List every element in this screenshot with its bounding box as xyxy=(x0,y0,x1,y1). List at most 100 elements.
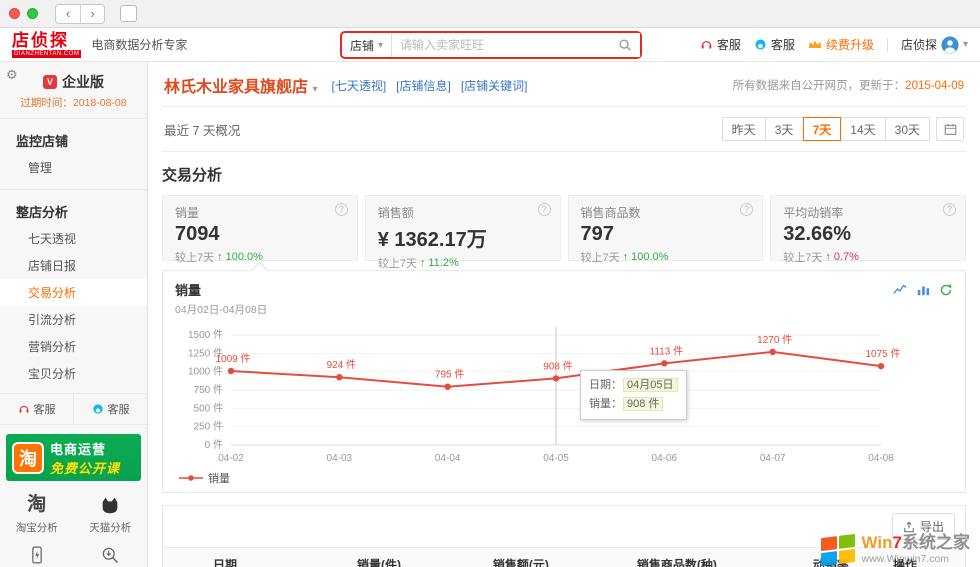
range-30day[interactable]: 30天 xyxy=(886,117,930,141)
col-amount: 销售额(元) xyxy=(483,548,627,567)
legend-label: 销量 xyxy=(208,470,230,486)
renew-upgrade-link[interactable]: 续费升级 xyxy=(808,36,874,53)
range-3day[interactable]: 3天 xyxy=(766,117,804,141)
sales-chart-panel: 销量 04月02日-04月08日 0 件250 件500 件750 件1000 … xyxy=(162,270,966,493)
help-icon[interactable]: ? xyxy=(943,203,956,216)
expiry-label: 过期时间：2018-08-08 xyxy=(0,95,147,110)
range-14day[interactable]: 14天 xyxy=(841,117,885,141)
svg-text:1009 件: 1009 件 xyxy=(215,353,250,365)
chart-date-range: 04月02日-04月08日 xyxy=(175,302,953,317)
stat-card-product-count[interactable]: 销售商品数 ? 797 较上7天 ↑ 100.0% xyxy=(568,195,764,261)
col-sales: 销量(件) xyxy=(347,548,483,567)
svg-text:908 件: 908 件 xyxy=(543,360,572,372)
windows-flag-icon xyxy=(821,534,855,566)
refresh-icon[interactable] xyxy=(939,283,953,297)
svg-text:750 件: 750 件 xyxy=(194,384,223,396)
shop-name-dropdown[interactable]: 林氏木业家具旗舰店 ▾ xyxy=(164,73,318,97)
window-maximize-button[interactable] xyxy=(27,8,38,19)
tool-label: 淘宝分析 xyxy=(16,520,58,535)
stat-value: 32.66% xyxy=(783,223,953,246)
chevron-down-icon: ▾ xyxy=(378,40,383,51)
gear-icon[interactable]: ⚙ xyxy=(6,67,18,83)
account-label: 店侦探 xyxy=(901,36,937,53)
sidebar-item-monitor-shops[interactable]: 监控店铺 xyxy=(0,127,147,154)
link-shop-keywords[interactable]: [店铺关键词] xyxy=(461,77,528,94)
bar-chart-icon[interactable] xyxy=(916,283,930,297)
tooltip-date: 04月05日 xyxy=(623,378,677,392)
search-category-dropdown[interactable]: 店铺 ▾ xyxy=(342,33,392,57)
ad-line2: 免费公开课 xyxy=(50,458,120,477)
search-box: 店铺 ▾ xyxy=(340,31,642,59)
taobao-course-ad[interactable]: 淘 电商运营 免费公开课 xyxy=(6,434,141,481)
tool-taobao-analysis[interactable]: 淘 淘宝分析 xyxy=(0,493,74,535)
search-button[interactable] xyxy=(610,33,640,57)
forward-button[interactable]: › xyxy=(80,5,104,23)
divider xyxy=(887,38,888,52)
customer-service-link-1[interactable]: 客服 xyxy=(700,36,741,53)
svg-text:04-08: 04-08 xyxy=(868,453,894,464)
account-menu[interactable]: 店侦探 ▾ xyxy=(901,36,968,54)
sidebar-item-product-analysis[interactable]: 宝贝分析 xyxy=(0,360,147,387)
tool-wireless-analysis[interactable]: 无线分析 xyxy=(0,543,74,567)
service-tab-phone[interactable]: 客服 xyxy=(0,394,73,424)
line-chart-icon[interactable] xyxy=(893,283,907,297)
logo[interactable]: 店侦探 DIANZHENTAN.COM xyxy=(12,32,81,58)
chevron-down-icon: ▾ xyxy=(312,84,317,95)
svg-text:04-02: 04-02 xyxy=(218,453,244,464)
stat-label: 销售商品数 xyxy=(581,206,641,220)
avatar-icon xyxy=(941,36,959,54)
mobile-icon xyxy=(27,543,47,567)
up-arrow-icon: ↑ xyxy=(217,251,223,263)
sidebar-item-marketing-analysis[interactable]: 营销分析 xyxy=(0,333,147,360)
stat-compare: 较上7天 ↑ 11.2% xyxy=(378,255,548,271)
sidebar-item-7day-perspective[interactable]: 七天透视 xyxy=(0,225,147,252)
sidebar-item-traffic-analysis[interactable]: 引流分析 xyxy=(0,306,147,333)
col-index xyxy=(163,548,203,567)
svg-text:1000 件: 1000 件 xyxy=(188,366,223,378)
new-tab-icon[interactable] xyxy=(120,5,137,22)
headset-icon xyxy=(18,403,30,415)
calendar-button[interactable] xyxy=(936,117,964,141)
svg-text:04-07: 04-07 xyxy=(760,453,786,464)
logo-domain: DIANZHENTAN.COM xyxy=(12,50,81,58)
shop-links: [七天透视] [店铺信息] [店铺关键词] xyxy=(332,77,528,94)
range-7day[interactable]: 7天 xyxy=(803,117,842,141)
stat-card-sales-volume[interactable]: 销量 ? 7094 较上7天 ↑ 100.0% xyxy=(162,195,358,261)
help-icon[interactable]: ? xyxy=(740,203,753,216)
stat-compare: 较上7天 ↑ 0.7% xyxy=(783,249,953,265)
demotion-search-icon xyxy=(100,543,120,567)
service-tab-qq[interactable]: 客服 xyxy=(73,394,147,424)
stat-card-sell-through-rate[interactable]: 平均动销率 ? 32.66% 较上7天 ↑ 0.7% xyxy=(770,195,966,261)
tooltip-value: 908 件 xyxy=(623,397,663,411)
search-input[interactable] xyxy=(392,38,610,52)
sidebar-item-manage[interactable]: 管理 xyxy=(0,154,147,181)
service-tabs: 客服 客服 xyxy=(0,393,147,425)
stat-card-sales-amount[interactable]: 销售额 ? ¥ 1362.17万 较上7天 ↑ 11.2% xyxy=(365,195,561,261)
help-icon[interactable]: ? xyxy=(335,203,348,216)
header-right: 客服 客服 续费升级 店侦探 ▾ xyxy=(700,36,968,54)
window-close-button[interactable] xyxy=(9,8,20,19)
help-icon[interactable]: ? xyxy=(538,203,551,216)
svg-text:924 件: 924 件 xyxy=(327,359,356,371)
crown-icon xyxy=(808,39,822,50)
stat-label: 平均动销率 xyxy=(783,206,843,220)
tagline: 电商数据分析专家 xyxy=(91,36,187,53)
up-arrow-icon: ↑ xyxy=(623,251,629,263)
tool-tmall-analysis[interactable]: 天猫分析 xyxy=(74,493,148,535)
chevron-down-icon: ▾ xyxy=(963,39,968,50)
back-button[interactable]: ‹ xyxy=(56,5,80,23)
update-date: 2015-04-09 xyxy=(905,80,964,92)
customer-service-link-2[interactable]: 客服 xyxy=(754,36,795,53)
sidebar-item-shop-daily[interactable]: 店铺日报 xyxy=(0,252,147,279)
ad-line1: 电商运营 xyxy=(50,439,120,458)
link-shop-info[interactable]: [店铺信息] xyxy=(396,77,451,94)
qq-icon xyxy=(92,403,104,415)
tool-demotion-query[interactable]: 降权查询 xyxy=(74,543,148,567)
main-content: 林氏木业家具旗舰店 ▾ [七天透视] [店铺信息] [店铺关键词] 所有数据来自… xyxy=(148,62,980,567)
sidebar-item-transaction-analysis[interactable]: 交易分析 xyxy=(0,279,147,306)
range-yesterday[interactable]: 昨天 xyxy=(722,117,766,141)
stat-cards: 销量 ? 7094 较上7天 ↑ 100.0% 销售额 ? ¥ 1362.17万… xyxy=(162,195,966,261)
svg-text:04-05: 04-05 xyxy=(543,453,569,464)
svg-text:1270 件: 1270 件 xyxy=(757,334,792,346)
link-7day-perspective[interactable]: [七天透视] xyxy=(332,77,387,94)
